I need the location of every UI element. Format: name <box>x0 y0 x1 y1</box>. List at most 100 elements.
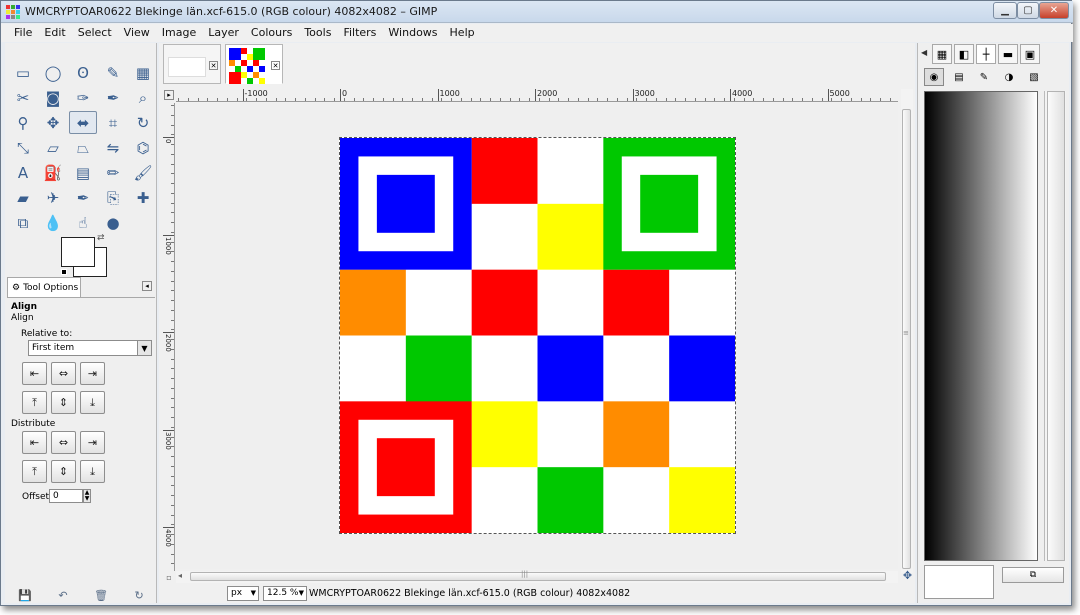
tab-gradients[interactable]: ▬ <box>998 44 1018 64</box>
close-icon[interactable]: ✕ <box>209 61 218 70</box>
zoom-icon[interactable]: ⌕ <box>129 86 157 109</box>
eraser-icon[interactable]: ▰ <box>9 186 37 209</box>
menu-view[interactable]: View <box>118 24 156 42</box>
move-icon[interactable]: ✥ <box>39 111 67 134</box>
distribute-left-button[interactable]: ⇤ <box>22 431 47 454</box>
clone-icon[interactable]: ⎘ <box>99 186 127 209</box>
menu-select[interactable]: Select <box>72 24 118 42</box>
swap-colors-icon[interactable]: ⇄ <box>97 233 105 243</box>
menu-help[interactable]: Help <box>444 24 481 42</box>
distribute-bottom-button[interactable]: ⤓ <box>80 460 105 483</box>
align-right-edge-button[interactable]: ⇥ <box>80 362 105 385</box>
ink-icon[interactable]: ✒ <box>69 186 97 209</box>
heal-icon[interactable]: ✚ <box>129 186 157 209</box>
chevron-left-icon[interactable]: ◀ <box>921 48 927 57</box>
dodge-burn-icon[interactable]: ● <box>99 211 127 234</box>
save-options-icon[interactable]: 💾 <box>18 589 32 602</box>
distribute-right-button[interactable]: ⇥ <box>80 431 105 454</box>
blend-icon[interactable]: ▤ <box>69 161 97 184</box>
tab-device-status[interactable]: ▤ <box>949 68 969 86</box>
restore-options-icon[interactable]: ↶ <box>58 589 67 602</box>
align-center-button[interactable]: ⇔ <box>51 362 76 385</box>
distribute-center-button[interactable]: ⇔ <box>51 431 76 454</box>
menu-edit[interactable]: Edit <box>38 24 71 42</box>
scale-icon[interactable]: ⤡ <box>9 136 37 159</box>
bucket-fill-icon[interactable]: ⛽ <box>39 161 67 184</box>
smudge-icon[interactable]: ☝ <box>69 211 97 234</box>
image-tab-1[interactable]: ✕ <box>163 44 221 84</box>
menu-layer[interactable]: Layer <box>202 24 245 42</box>
pencil-icon[interactable]: ✏ <box>99 161 127 184</box>
offset-stepper[interactable]: ▲ ▼ <box>83 489 91 503</box>
tab-palettes[interactable]: ▦ <box>932 44 952 64</box>
tab-fonts[interactable]: ▧ <box>1024 68 1044 86</box>
tab-tool-presets[interactable]: ◉ <box>924 68 944 86</box>
tab-paint-dynamics[interactable]: ✎ <box>974 68 994 86</box>
align-bottom-edge-button[interactable]: ⤓ <box>80 391 105 414</box>
scissors-icon[interactable]: ✂ <box>9 86 37 109</box>
menu-filters[interactable]: Filters <box>337 24 382 42</box>
vertical-ruler[interactable]: 0 1000 2000 3000 4000 <box>163 103 175 571</box>
perspective-icon[interactable]: ⏢ <box>69 136 97 159</box>
paintbrush-icon[interactable]: 🖌 <box>129 161 157 184</box>
menu-image[interactable]: Image <box>156 24 202 42</box>
image-tab-2[interactable]: ✕ <box>225 44 283 84</box>
shear-icon[interactable]: ▱ <box>39 136 67 159</box>
image-canvas[interactable] <box>339 137 736 534</box>
reset-options-icon[interactable]: ↻ <box>135 589 144 602</box>
close-button[interactable]: ✕ <box>1039 2 1069 19</box>
select-by-color-icon[interactable]: ▦ <box>129 61 157 84</box>
minimize-button[interactable]: ▁ <box>993 2 1017 19</box>
delete-options-icon[interactable]: 🗑 <box>94 589 108 602</box>
blur-icon[interactable]: 💧 <box>39 211 67 234</box>
vertical-scroll-thumb[interactable] <box>902 109 911 569</box>
tab-brushes[interactable]: ┼ <box>976 44 996 64</box>
fuzzy-select-icon[interactable]: ✎ <box>99 61 127 84</box>
foreground-color-swatch[interactable] <box>61 237 95 267</box>
panel-menu-icon[interactable]: ◂ <box>142 281 152 291</box>
align-top-edge-button[interactable]: ⤒ <box>22 391 47 414</box>
scroll-left-icon[interactable]: ◂ <box>178 571 182 580</box>
text-icon[interactable]: A <box>9 161 37 184</box>
menu-colours[interactable]: Colours <box>245 24 298 42</box>
default-colors-icon[interactable] <box>61 269 67 275</box>
quick-mask-icon[interactable]: ▫ <box>163 571 175 583</box>
perspective-clone-icon[interactable]: ⧉ <box>9 211 37 234</box>
dock-edit-button[interactable]: ⧉ <box>1002 567 1064 583</box>
tab-colors[interactable]: ◑ <box>999 68 1019 86</box>
horizontal-ruler[interactable]: -1000 0 1000 2000 3000 4000 5000 <box>176 89 898 102</box>
ellipse-select-icon[interactable]: ◯ <box>39 61 67 84</box>
tab-tool-options[interactable]: ⚙ Tool Options <box>7 277 81 297</box>
horizontal-scrollbar[interactable]: ◂ ||| <box>176 570 898 583</box>
airbrush-icon[interactable]: ✈ <box>39 186 67 209</box>
close-icon[interactable]: ✕ <box>271 61 280 70</box>
color-picker-icon[interactable]: ✒ <box>99 86 127 109</box>
relative-to-select[interactable]: First item ▼ <box>28 340 152 356</box>
zoom-select[interactable]: 12.5 % ▼ <box>263 586 307 601</box>
horizontal-scroll-thumb[interactable] <box>190 572 886 581</box>
foreground-select-icon[interactable]: ◙ <box>39 86 67 109</box>
free-select-icon[interactable]: ʘ <box>69 61 97 84</box>
unit-select[interactable]: px ▼ <box>227 586 259 601</box>
rotate-icon[interactable]: ↻ <box>129 111 157 134</box>
distribute-top-button[interactable]: ⤒ <box>22 460 47 483</box>
rect-select-icon[interactable]: ▭ <box>9 61 37 84</box>
menu-windows[interactable]: Windows <box>382 24 443 42</box>
maximize-button[interactable]: ▢ <box>1017 2 1039 19</box>
dock-scroll-thumb[interactable] <box>1047 91 1065 561</box>
flip-icon[interactable]: ⇋ <box>99 136 127 159</box>
paths-icon[interactable]: ✑ <box>69 86 97 109</box>
menu-file[interactable]: File <box>8 24 38 42</box>
offset-input[interactable]: 0 <box>49 489 83 503</box>
vertical-scrollbar[interactable]: ≡ <box>901 89 913 573</box>
dock-scrollbar[interactable] <box>1044 91 1066 561</box>
gradient-preview[interactable] <box>924 91 1038 561</box>
image-menu-icon[interactable]: ▸ <box>164 90 174 100</box>
align-middle-button[interactable]: ⇕ <box>51 391 76 414</box>
menu-tools[interactable]: Tools <box>298 24 337 42</box>
navigate-icon[interactable]: ✥ <box>901 569 914 582</box>
measure-icon[interactable]: ⚲ <box>9 111 37 134</box>
distribute-middle-button[interactable]: ⇕ <box>51 460 76 483</box>
tab-patterns[interactable]: ◧ <box>954 44 974 64</box>
align-left-edge-button[interactable]: ⇤ <box>22 362 47 385</box>
